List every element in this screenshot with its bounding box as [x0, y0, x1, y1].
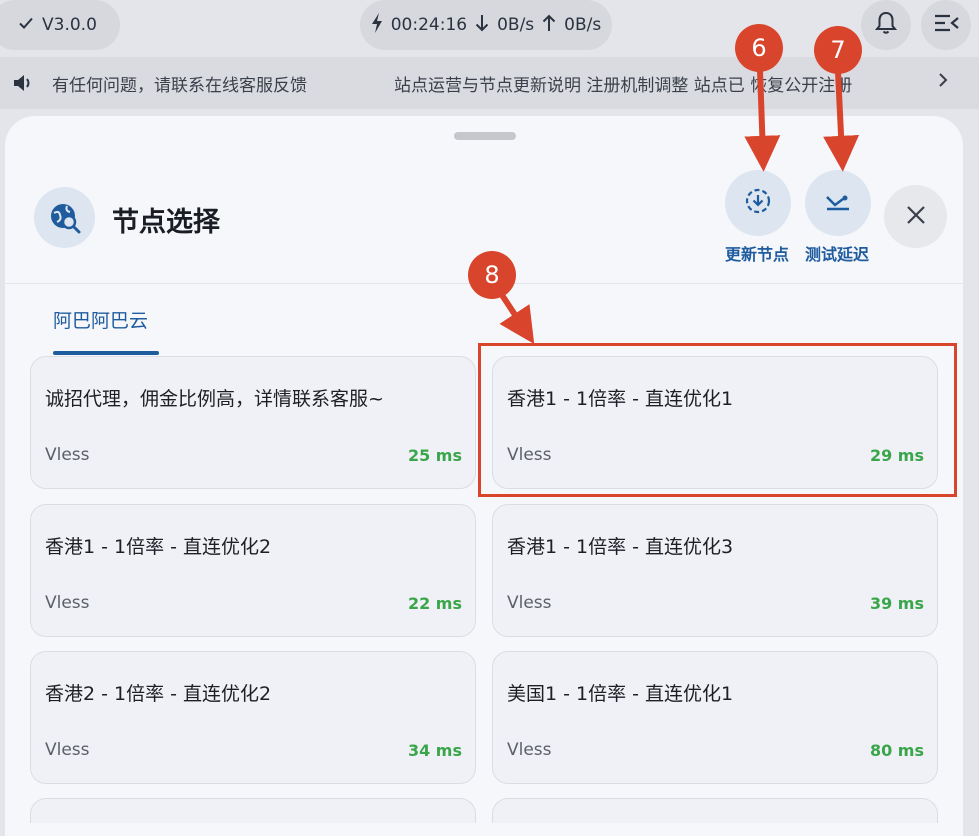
arrow-8: [497, 290, 535, 345]
annotation-arrows: [497, 69, 860, 345]
annotation-marker-8: 8: [468, 251, 516, 299]
annotation-marker-6: 6: [735, 24, 783, 72]
arrow-6: [744, 69, 781, 172]
arrow-7: [823, 71, 860, 172]
annotation-marker-7: 7: [814, 26, 862, 74]
